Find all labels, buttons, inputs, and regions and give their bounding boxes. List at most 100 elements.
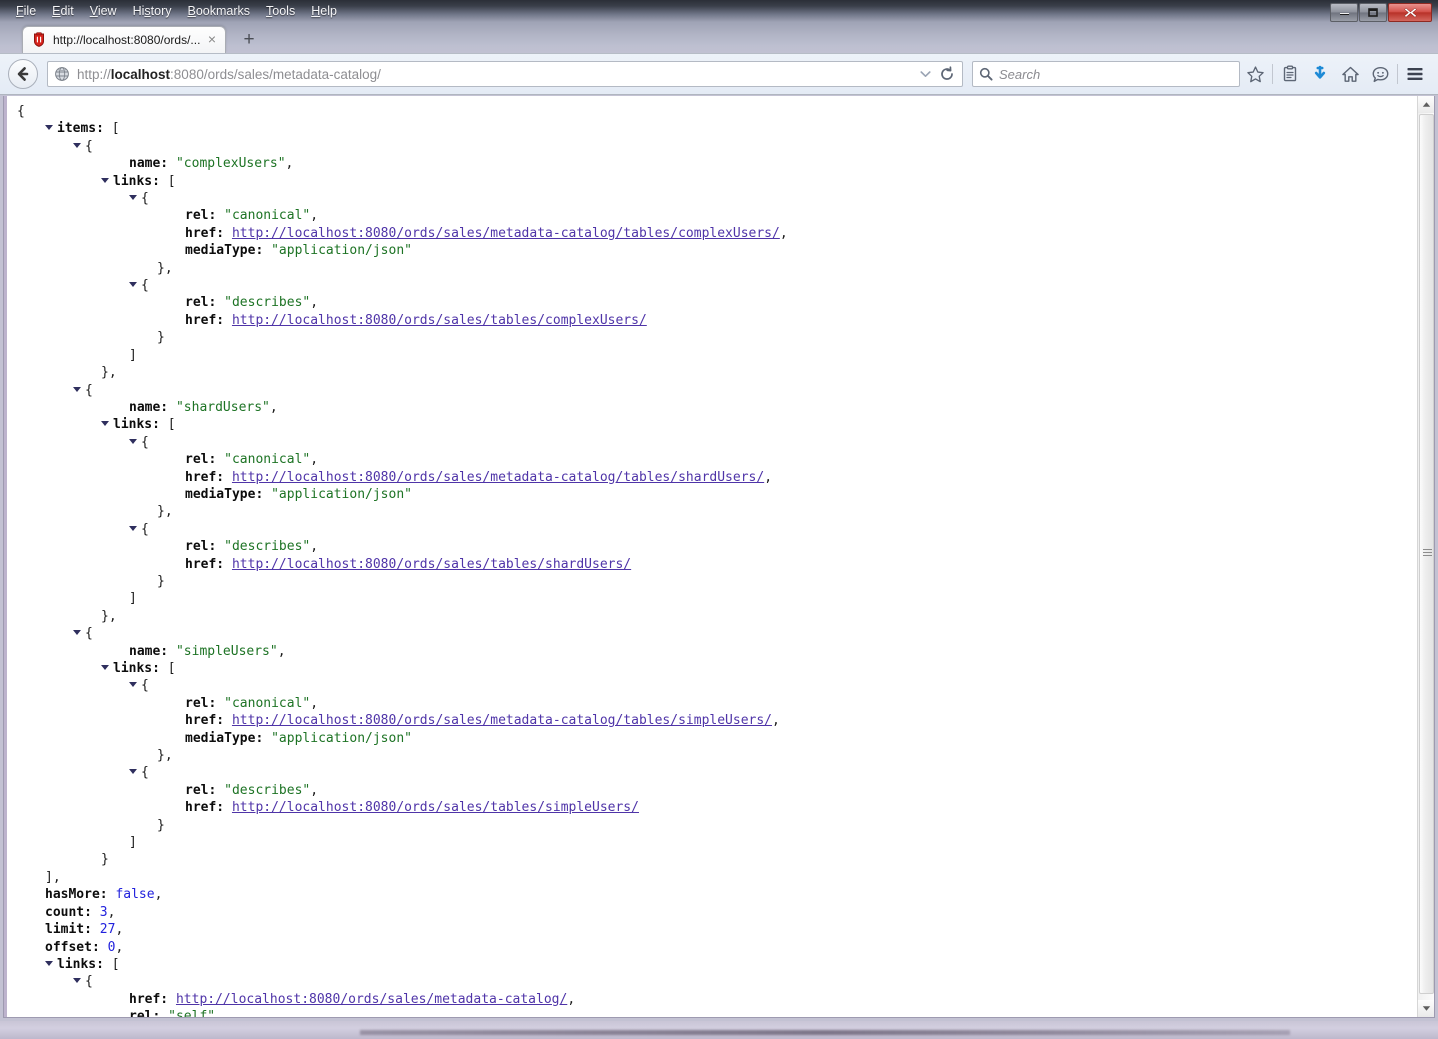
json-value: "canonical" — [216, 695, 311, 711]
back-button[interactable] — [8, 59, 38, 89]
content-area: {items: [{name: "complexUsers", links: [{… — [3, 96, 1435, 1018]
json-line: } — [17, 851, 788, 868]
triangle-down-icon[interactable] — [73, 386, 81, 392]
menu-item-help[interactable]: Help — [303, 2, 345, 20]
window-bottom-frame — [0, 1021, 1438, 1039]
library-button[interactable] — [1275, 59, 1305, 89]
json-punctuation: ] — [129, 835, 137, 851]
json-line: }, — [17, 503, 788, 520]
json-link[interactable]: http://localhost:8080/ords/sales/metadat… — [232, 713, 772, 728]
menu-item-view[interactable]: View — [82, 2, 125, 20]
url-dropdown-button[interactable] — [914, 63, 936, 85]
json-punctuation: [ — [103, 956, 120, 972]
json-line: href: http://localhost:8080/ords/sales/m… — [17, 225, 788, 242]
json-link[interactable]: http://localhost:8080/ords/sales/metadat… — [232, 226, 780, 241]
frame-shadow — [360, 1030, 1290, 1035]
shield-favicon-icon — [34, 32, 44, 47]
close-button[interactable] — [1388, 3, 1432, 22]
json-line: mediaType: "application/json" — [17, 242, 788, 259]
json-link[interactable]: http://localhost:8080/ords/sales/tables/… — [232, 313, 647, 328]
json-punctuation: { — [85, 138, 93, 154]
menu-item-tools[interactable]: Tools — [258, 2, 303, 20]
json-punctuation — [224, 713, 232, 728]
json-link[interactable]: http://localhost:8080/ords/sales/tables/… — [232, 800, 639, 815]
triangle-down-icon[interactable] — [73, 142, 81, 148]
json-punctuation: } — [157, 817, 165, 833]
search-icon — [979, 67, 993, 81]
triangle-down-icon[interactable] — [45, 960, 53, 966]
json-key: links: — [113, 417, 160, 433]
json-line: } — [17, 817, 788, 834]
json-key: links: — [57, 956, 104, 972]
reload-icon — [941, 66, 953, 80]
downloads-button[interactable] — [1305, 59, 1335, 89]
triangle-down-icon[interactable] — [129, 525, 137, 531]
json-key: href: — [185, 225, 225, 241]
json-punctuation: , — [567, 991, 576, 1007]
minimize-button[interactable] — [1330, 3, 1358, 22]
json-key: href: — [185, 713, 225, 729]
triangle-down-icon[interactable] — [73, 978, 81, 984]
json-punctuation — [224, 800, 232, 815]
url-bar[interactable]: http://localhost:8080/ords/sales/metadat… — [47, 61, 963, 87]
scroll-up-button[interactable] — [1418, 96, 1434, 113]
search-input-placeholder[interactable]: Search — [999, 67, 1040, 82]
json-punctuation: [ — [103, 121, 120, 137]
triangle-down-icon[interactable] — [129, 769, 137, 775]
triangle-down-icon[interactable] — [129, 438, 137, 444]
json-line: } — [17, 573, 788, 590]
json-key: href: — [185, 800, 225, 816]
reload-button[interactable] — [936, 63, 958, 85]
scrollbar-thumb[interactable] — [1419, 114, 1434, 994]
triangle-down-icon[interactable] — [129, 682, 137, 688]
json-punctuation: , — [779, 225, 788, 241]
json-line: { — [17, 764, 788, 781]
menu-item-history[interactable]: History — [125, 2, 180, 20]
json-value: "simpleUsers" — [168, 643, 278, 659]
home-button[interactable] — [1335, 59, 1365, 89]
json-punctuation: , — [154, 887, 163, 903]
triangle-down-icon[interactable] — [73, 630, 81, 636]
json-punctuation — [224, 313, 232, 328]
feedback-button[interactable] — [1365, 59, 1395, 89]
triangle-down-icon[interactable] — [101, 421, 109, 427]
json-key: limit: — [45, 922, 92, 938]
triangle-down-icon[interactable] — [45, 125, 53, 131]
json-line: rel: "describes", — [17, 538, 788, 555]
triangle-down-icon[interactable] — [129, 282, 137, 288]
search-bar[interactable]: Search — [972, 61, 1240, 87]
json-key: mediaType: — [185, 243, 264, 259]
menu-item-bookmarks[interactable]: Bookmarks — [180, 2, 259, 20]
json-value: "canonical" — [216, 452, 311, 468]
triangle-down-icon[interactable] — [101, 177, 109, 183]
toolbar-divider — [1272, 64, 1273, 84]
triangle-down-icon[interactable] — [101, 665, 109, 670]
scroll-down-button[interactable] — [1418, 1000, 1434, 1017]
json-punctuation: , — [269, 399, 278, 415]
app-menu-button[interactable] — [1400, 59, 1430, 89]
json-viewer-pane[interactable]: {items: [{name: "complexUsers", links: [{… — [4, 96, 1417, 1017]
triangle-down-icon[interactable] — [129, 195, 137, 201]
json-value: false — [107, 887, 155, 903]
maximize-button[interactable] — [1359, 3, 1387, 22]
json-value: "canonical" — [216, 208, 311, 224]
json-punctuation: , — [310, 695, 319, 711]
json-line: name: "complexUsers", — [17, 155, 788, 172]
new-tab-button[interactable]: + — [238, 30, 260, 50]
menu-item-file[interactable]: File — [8, 2, 44, 20]
bookmark-star-button[interactable] — [1240, 59, 1270, 89]
globe-icon[interactable] — [54, 66, 70, 82]
vertical-scrollbar[interactable] — [1417, 96, 1434, 1017]
json-key: links: — [113, 173, 160, 189]
json-link[interactable]: http://localhost:8080/ords/sales/metadat… — [232, 470, 764, 485]
menu-item-edit[interactable]: Edit — [44, 2, 82, 20]
json-key: rel: — [185, 539, 217, 555]
json-value: 3 — [91, 904, 108, 920]
json-link[interactable]: http://localhost:8080/ords/sales/tables/… — [232, 557, 631, 572]
json-link[interactable]: http://localhost:8080/ords/sales/metadat… — [176, 992, 567, 1007]
tab-close-icon[interactable]: × — [205, 32, 219, 47]
minimize-icon — [1339, 13, 1349, 15]
tab-active[interactable]: http://localhost:8080/ords/... × — [22, 26, 226, 53]
json-key: href: — [185, 312, 225, 328]
json-key: href: — [185, 469, 225, 485]
